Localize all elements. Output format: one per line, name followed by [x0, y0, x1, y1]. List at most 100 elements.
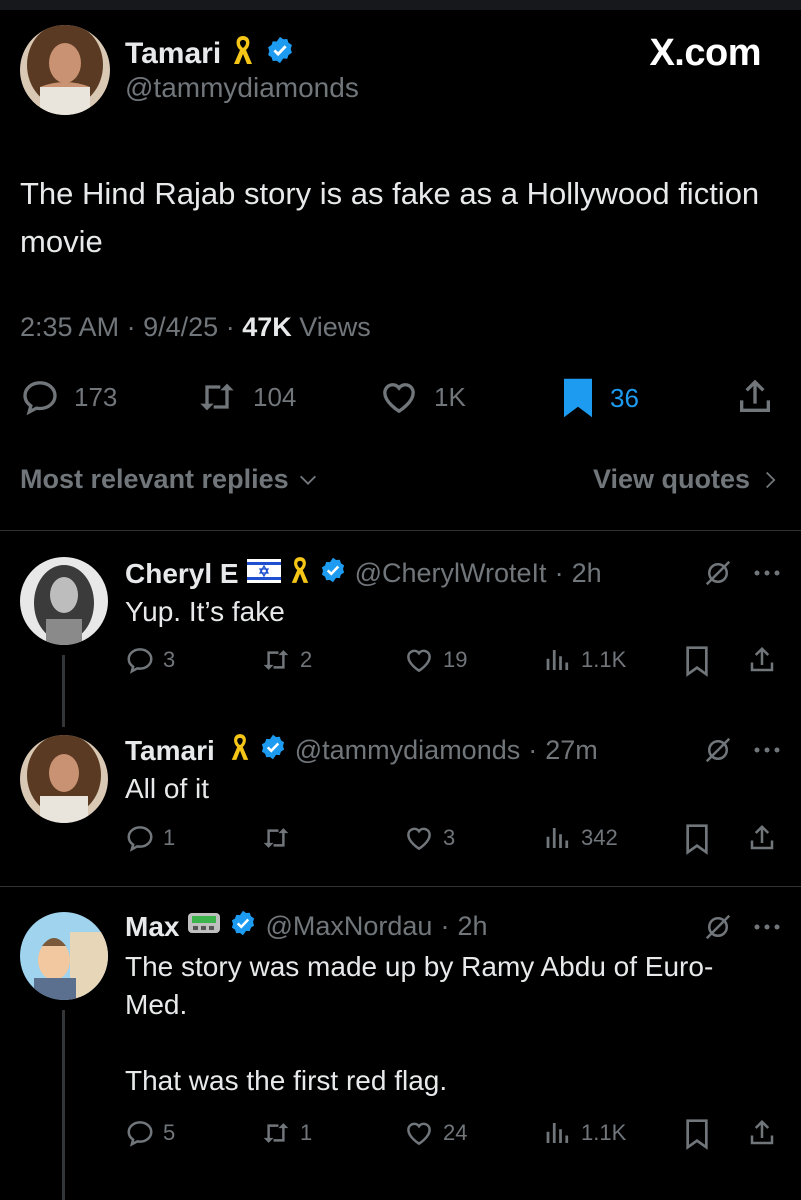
- reply-actions: 5 1 24 1.1K: [125, 1118, 785, 1158]
- reply-text-line: The story was made up by Ramy Abdu of Eu…: [125, 951, 714, 982]
- repost-button[interactable]: 1: [260, 1118, 312, 1148]
- reply-count: 5: [163, 1120, 176, 1145]
- verified-badge-icon: [259, 733, 287, 768]
- like-button[interactable]: 3: [403, 823, 455, 853]
- reply-author-name[interactable]: Max: [125, 911, 179, 943]
- divider: [0, 886, 801, 887]
- reply-icon: [127, 1121, 153, 1147]
- pager-icon: [187, 910, 221, 943]
- share-icon: [750, 646, 774, 672]
- author-avatar[interactable]: [20, 25, 110, 115]
- heart-icon: [407, 827, 431, 851]
- reply-author-handle[interactable]: @CherylWroteIt: [355, 558, 547, 589]
- views-button[interactable]: 342: [543, 823, 618, 853]
- yellow-ribbon-icon: [229, 732, 251, 769]
- repost-icon: [263, 828, 289, 848]
- grok-icon[interactable]: [703, 558, 733, 588]
- reply-count: 1: [163, 825, 176, 850]
- grok-icon[interactable]: [703, 735, 733, 765]
- reply-avatar[interactable]: [20, 735, 108, 823]
- reply-avatar[interactable]: [20, 557, 108, 645]
- reply-header: Cheryl E @CherylWroteIt · 2h: [125, 555, 602, 592]
- reply-avatar[interactable]: [20, 912, 108, 1000]
- repost-count: 1: [300, 1120, 313, 1145]
- bookmark-icon: [686, 1119, 708, 1150]
- thread-line: [62, 655, 65, 727]
- reply-time[interactable]: 2h: [457, 911, 487, 942]
- bookmark-icon: [686, 646, 708, 677]
- author-name-row: Tamari: [125, 34, 295, 74]
- share-button[interactable]: [747, 1118, 777, 1148]
- bookmark-button[interactable]: [683, 823, 711, 855]
- reply-button[interactable]: 3: [125, 645, 175, 675]
- sort-replies-dropdown[interactable]: Most relevant replies: [20, 464, 319, 495]
- tweet-meta: 2:35 AM · 9/4/25 · 47K Views: [20, 312, 371, 343]
- views-count: 1.1K: [581, 1120, 627, 1145]
- bookmark-button[interactable]: [683, 1118, 711, 1150]
- reply-author-name[interactable]: Cheryl E: [125, 558, 239, 590]
- views-button[interactable]: 1.1K: [543, 645, 626, 675]
- chevron-right-icon: [766, 471, 776, 488]
- thread-line: [62, 1010, 65, 1200]
- reply-author-handle[interactable]: @tammydiamonds: [295, 735, 520, 766]
- more-options-icon[interactable]: [753, 746, 781, 754]
- tweet-actions: 173 104 1K 36: [0, 377, 801, 423]
- repost-button[interactable]: 2: [260, 645, 312, 675]
- tweet-text: The Hind Rajab story is as fake as a Hol…: [20, 176, 760, 259]
- reply-button[interactable]: 5: [125, 1118, 175, 1148]
- more-options-icon[interactable]: [753, 569, 781, 577]
- view-quotes-link[interactable]: View quotes: [593, 464, 780, 495]
- author-handle[interactable]: @tammydiamonds: [125, 72, 359, 104]
- heart-icon: [407, 1122, 431, 1146]
- reply-icon: [23, 381, 57, 416]
- grok-icon[interactable]: [703, 912, 733, 942]
- reply-time[interactable]: 2h: [572, 558, 602, 589]
- reply-button[interactable]: 1: [125, 823, 175, 853]
- reply-text-line: Med.: [125, 989, 188, 1020]
- reply-button[interactable]: 173: [20, 377, 117, 417]
- more-options-icon[interactable]: [753, 923, 781, 931]
- views-label: Views: [299, 312, 371, 342]
- reply-actions: 1 3 342: [125, 823, 785, 863]
- sort-replies-label: Most relevant replies: [20, 464, 289, 494]
- repost-button[interactable]: 104: [195, 377, 296, 417]
- brand-logo-text: X.com: [649, 32, 761, 74]
- reply-author-handle[interactable]: @MaxNordau: [265, 911, 432, 942]
- reply-options: [703, 558, 781, 588]
- reply-text-line: That was the first red flag.: [125, 1065, 448, 1096]
- tweet-time[interactable]: 2:35 AM: [20, 312, 119, 342]
- israel-flag-icon: [246, 558, 281, 590]
- share-button[interactable]: [735, 377, 775, 417]
- views-button[interactable]: 1.1K: [543, 1118, 626, 1148]
- reply-count: 3: [163, 647, 176, 672]
- share-button[interactable]: [747, 645, 777, 675]
- bookmark-button[interactable]: [683, 645, 711, 677]
- bookmark-button[interactable]: 36: [560, 377, 639, 419]
- like-count: 19: [443, 647, 468, 672]
- verified-badge-icon: [319, 556, 347, 591]
- like-button[interactable]: 24: [403, 1118, 467, 1148]
- analytics-icon: [546, 650, 569, 670]
- author-name[interactable]: Tamari: [125, 37, 221, 71]
- reply-header: Max @MaxNordau · 2h: [125, 909, 488, 944]
- views-count: 342: [581, 825, 618, 850]
- reply-author-name[interactable]: Tamari: [125, 735, 215, 767]
- bookmark-count: 36: [610, 382, 639, 413]
- like-count: 24: [443, 1120, 468, 1145]
- meta-separator: ·: [554, 558, 564, 588]
- like-button[interactable]: 19: [403, 645, 467, 675]
- reply-options: [703, 735, 781, 765]
- reply-time[interactable]: 27m: [545, 735, 598, 766]
- tweet-date[interactable]: 9/4/25: [143, 312, 218, 342]
- top-status-strip: [0, 0, 801, 10]
- meta-separator: ·: [440, 911, 450, 941]
- reply-text: Yup. It’s fake: [125, 596, 285, 627]
- views-count: 47K: [242, 312, 292, 342]
- reply-header: Tamari @tammydiamonds · 27m: [125, 732, 598, 769]
- bookmark-filled-icon: [564, 378, 592, 418]
- share-button[interactable]: [747, 823, 777, 853]
- like-count: 3: [443, 825, 456, 850]
- like-button[interactable]: 1K: [378, 377, 466, 417]
- repost-button[interactable]: [260, 823, 300, 853]
- reply-icon: [127, 648, 153, 674]
